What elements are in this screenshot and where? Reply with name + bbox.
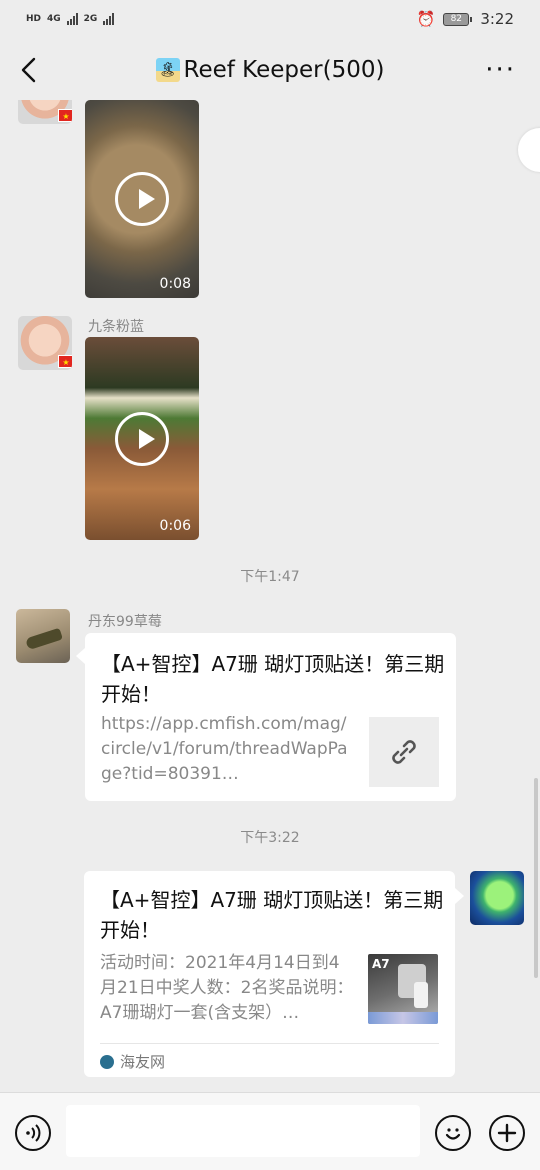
sender-name: 九条粉蓝 [88, 319, 144, 335]
more-dots-icon[interactable]: ··· [485, 57, 516, 83]
article-card-title: 【A+智控】A7珊 瑚灯顶贴送！第三期开始！ [100, 888, 444, 942]
video-duration: 0:06 [159, 518, 191, 534]
chat-header: 🏝 Reef Keeper(500) ··· [0, 40, 540, 100]
link-icon [369, 717, 439, 787]
chat-title: 🏝 Reef Keeper(500) [155, 57, 385, 83]
chevron-left-icon[interactable] [14, 54, 46, 86]
video-message[interactable]: 0:08 [85, 100, 199, 298]
article-thumbnail: A7 [368, 954, 438, 1024]
article-card-desc: 活动时间：2021年4月14日到4月21日中奖人数：2名奖品说明：A7珊瑚灯一套… [100, 953, 354, 1023]
sender-name: 丹东99草莓 [88, 614, 162, 630]
avatar[interactable] [16, 609, 70, 663]
flag-icon: ★ [58, 355, 72, 368]
signal-icon-2 [103, 13, 115, 25]
voice-icon[interactable] [15, 1115, 51, 1151]
battery-level: 82 [443, 12, 470, 26]
thumbnail-label: A7 [372, 957, 390, 971]
emoji-icon[interactable] [435, 1115, 471, 1151]
signal-icon [66, 13, 78, 25]
chat-messages: ★ 0:08 ★ 九条粉蓝 0:06 下午1:47 丹东99草莓 【A+智控】A… [0, 100, 540, 1090]
status-bar: HD 4G 2G ⏰ 82 3:22 [0, 0, 540, 38]
network-indicators: HD 4G 2G [26, 13, 115, 25]
battery-icon: 82 [443, 12, 473, 26]
flag-icon: ★ [58, 109, 72, 122]
link-card-url: https://app.cmfish.com/mag/circle/v1/for… [101, 714, 348, 784]
hd-label: HD [26, 14, 42, 24]
divider [100, 1043, 439, 1044]
avatar[interactable]: ★ [18, 316, 72, 370]
timestamp: 下午3:22 [240, 830, 300, 846]
clock: 3:22 [480, 10, 514, 28]
group-name: Reef Keeper(500) [183, 57, 385, 83]
avatar[interactable] [470, 871, 524, 925]
beach-icon: 🏝 [155, 58, 180, 82]
bubble-tail [76, 648, 85, 664]
signal-4g-label: 4G [47, 14, 61, 24]
source-icon [100, 1054, 114, 1069]
link-card[interactable]: 【A+智控】A7珊 瑚灯顶贴送！第三期开始！ https://app.cmfis… [85, 633, 456, 801]
plus-icon[interactable] [489, 1115, 525, 1151]
input-bar [0, 1092, 540, 1170]
play-icon [115, 172, 169, 226]
video-message[interactable]: 0:06 [85, 337, 199, 540]
play-icon [115, 411, 169, 466]
scrollbar[interactable] [534, 778, 538, 978]
message-input[interactable] [66, 1105, 420, 1157]
bubble-tail [455, 888, 464, 904]
floating-edge-tab[interactable] [518, 128, 540, 172]
article-card[interactable]: 【A+智控】A7珊 瑚灯顶贴送！第三期开始！ 活动时间：2021年4月14日到4… [84, 871, 455, 1077]
signal-2g-label: 2G [83, 14, 98, 24]
source-name: 海友网 [120, 1053, 166, 1071]
article-source: 海友网 [100, 1051, 165, 1072]
alarm-icon: ⏰ [416, 10, 436, 28]
video-duration: 0:08 [159, 276, 191, 292]
link-card-title: 【A+智控】A7珊 瑚灯顶贴送！第三期开始！ [101, 652, 445, 706]
avatar[interactable]: ★ [18, 100, 72, 124]
timestamp: 下午1:47 [240, 569, 300, 585]
